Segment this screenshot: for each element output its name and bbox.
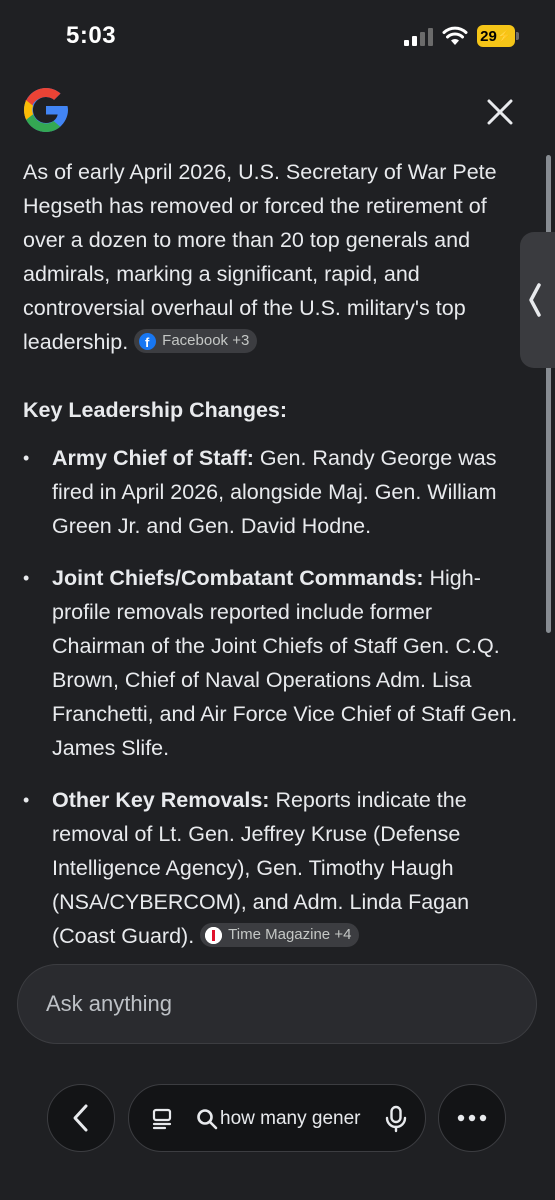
section-heading: Key Leadership Changes:: [23, 398, 288, 422]
answer-intro-paragraph: As of early April 2026, U.S. Secretary o…: [23, 155, 528, 359]
google-logo-icon: [24, 88, 68, 132]
close-icon[interactable]: [484, 96, 516, 128]
more-horizontal-icon: [457, 1114, 487, 1122]
ask-placeholder: Ask anything: [46, 991, 172, 1016]
item-term: Joint Chiefs/Combatant Commands:: [52, 566, 424, 590]
battery-tip: [516, 32, 519, 40]
signal-icon: [404, 28, 433, 46]
more-options-button[interactable]: [438, 1084, 506, 1152]
search-icon: [197, 1109, 218, 1130]
status-time: 5:03: [66, 22, 117, 49]
wifi-icon: [442, 26, 468, 45]
item-term: Army Chief of Staff:: [52, 446, 254, 470]
chevron-left-icon: [529, 283, 541, 317]
ask-input[interactable]: Ask anything: [17, 964, 537, 1044]
list-item: • Joint Chiefs/Combatant Commands: High-…: [23, 561, 528, 765]
lines-icon[interactable]: [151, 1107, 175, 1131]
list-item: • Army Chief of Staff: Gen. Randy George…: [23, 441, 528, 543]
answer-intro-text: As of early April 2026, U.S. Secretary o…: [23, 160, 497, 354]
source-chip-time-magazine[interactable]: Time Magazine +4: [200, 923, 360, 948]
facebook-icon: f: [139, 332, 157, 350]
source-chip-label: Time Magazine +4: [228, 926, 352, 944]
scrollbar[interactable]: [546, 155, 551, 633]
query-pill[interactable]: how many gener: [128, 1084, 426, 1152]
bullet: •: [23, 448, 30, 468]
battery-indicator: 29 ⚡: [477, 25, 515, 47]
time-magazine-icon: [205, 926, 223, 944]
query-text: how many gener: [220, 1108, 361, 1129]
microphone-icon[interactable]: [383, 1105, 409, 1133]
item-term: Other Key Removals:: [52, 788, 270, 812]
source-chip-label: Facebook +3: [162, 332, 250, 350]
answer-content: As of early April 2026, U.S. Secretary o…: [23, 155, 528, 971]
svg-text:f: f: [145, 335, 150, 350]
leadership-changes-list: • Army Chief of Staff: Gen. Randy George…: [23, 441, 528, 953]
bullet: •: [23, 568, 30, 588]
battery-level: 29: [480, 27, 497, 45]
bullet: •: [23, 790, 30, 810]
back-button[interactable]: [47, 1084, 115, 1152]
chevron-left-icon: [73, 1104, 88, 1132]
item-text: High-profile removals reported include f…: [52, 566, 518, 760]
list-item: • Other Key Removals: Reports indicate t…: [23, 783, 528, 953]
source-chip-facebook[interactable]: f Facebook +3: [134, 329, 258, 354]
